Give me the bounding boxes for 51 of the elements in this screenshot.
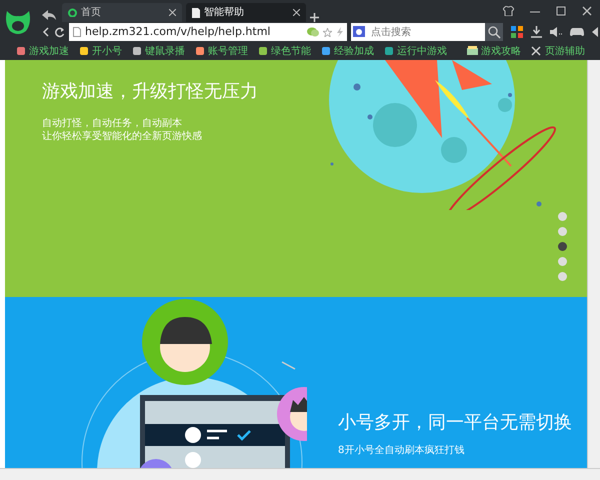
bookmark-icon <box>195 46 205 56</box>
horizontal-scrollbar[interactable] <box>0 468 600 480</box>
bookmark-icon <box>321 46 331 56</box>
bookmark-link[interactable]: 绿色节能 <box>258 44 311 58</box>
search-engine-icon[interactable] <box>351 23 367 41</box>
reload-icon[interactable] <box>54 26 65 38</box>
page-icon <box>192 8 200 18</box>
page-icon <box>73 27 81 37</box>
bookmark-link[interactable]: 键鼠录播 <box>132 44 185 58</box>
vertical-scrollbar[interactable] <box>587 60 600 468</box>
bookmark-link[interactable]: 经验加成 <box>321 44 374 58</box>
apps-icon[interactable] <box>511 26 523 38</box>
bookmark-link[interactable]: 页游辅助 <box>531 44 585 58</box>
bookmark-link[interactable]: 运行中游戏 <box>384 44 447 58</box>
bookmark-icon <box>132 46 142 56</box>
sidebar-toggle-icon[interactable] <box>592 27 600 37</box>
shirt-icon[interactable] <box>503 6 514 16</box>
section-text: 让你轻松享受智能化的全新页游快感 <box>42 130 203 143</box>
bookmark-icon <box>16 46 26 56</box>
star-icon[interactable] <box>323 28 332 36</box>
close-icon[interactable] <box>293 9 300 16</box>
bookmark-link[interactable]: 游戏加速 <box>16 44 69 58</box>
close-icon[interactable] <box>169 9 176 16</box>
bookmark-link[interactable]: 游戏攻略 <box>467 44 521 58</box>
browser-tab[interactable]: 首页 <box>62 3 182 22</box>
page-dot[interactable] <box>558 272 567 281</box>
new-tab-icon[interactable] <box>310 13 319 22</box>
bookmark-icon <box>258 46 268 56</box>
gamepad-icon[interactable] <box>570 27 584 37</box>
section-heading: 游戏加速，升级打怪无压力 <box>42 80 259 104</box>
back-icon[interactable] <box>42 27 50 37</box>
address-bar[interactable]: help.zm321.com/v/help/help.html <box>69 23 347 41</box>
speaker-icon[interactable] <box>550 27 562 37</box>
section-text: 自动打怪，自动任务，自动副本 <box>42 117 183 130</box>
page-dot[interactable] <box>558 212 567 221</box>
download-icon[interactable] <box>531 26 542 38</box>
bookmark-icon <box>384 46 394 56</box>
bookmark-link[interactable]: 账号管理 <box>195 44 248 58</box>
section-text: 8开小号全自动刷本疯狂打钱 <box>338 444 466 457</box>
bookmark-icon <box>79 46 89 56</box>
page-dot[interactable] <box>558 257 567 266</box>
search-field[interactable]: 点击搜索 <box>367 23 485 41</box>
search-icon[interactable] <box>485 23 503 41</box>
close-icon[interactable] <box>582 6 592 16</box>
bookmark-link[interactable]: 开小号 <box>79 44 122 58</box>
maximize-icon[interactable] <box>556 6 566 16</box>
page-dot[interactable] <box>558 242 567 251</box>
browser-tab[interactable]: 智能帮助 <box>186 3 306 22</box>
page-dot[interactable] <box>558 227 567 236</box>
section-heading: 小号多开，同一平台无需切换 <box>338 411 573 435</box>
back-icon[interactable] <box>40 8 58 22</box>
